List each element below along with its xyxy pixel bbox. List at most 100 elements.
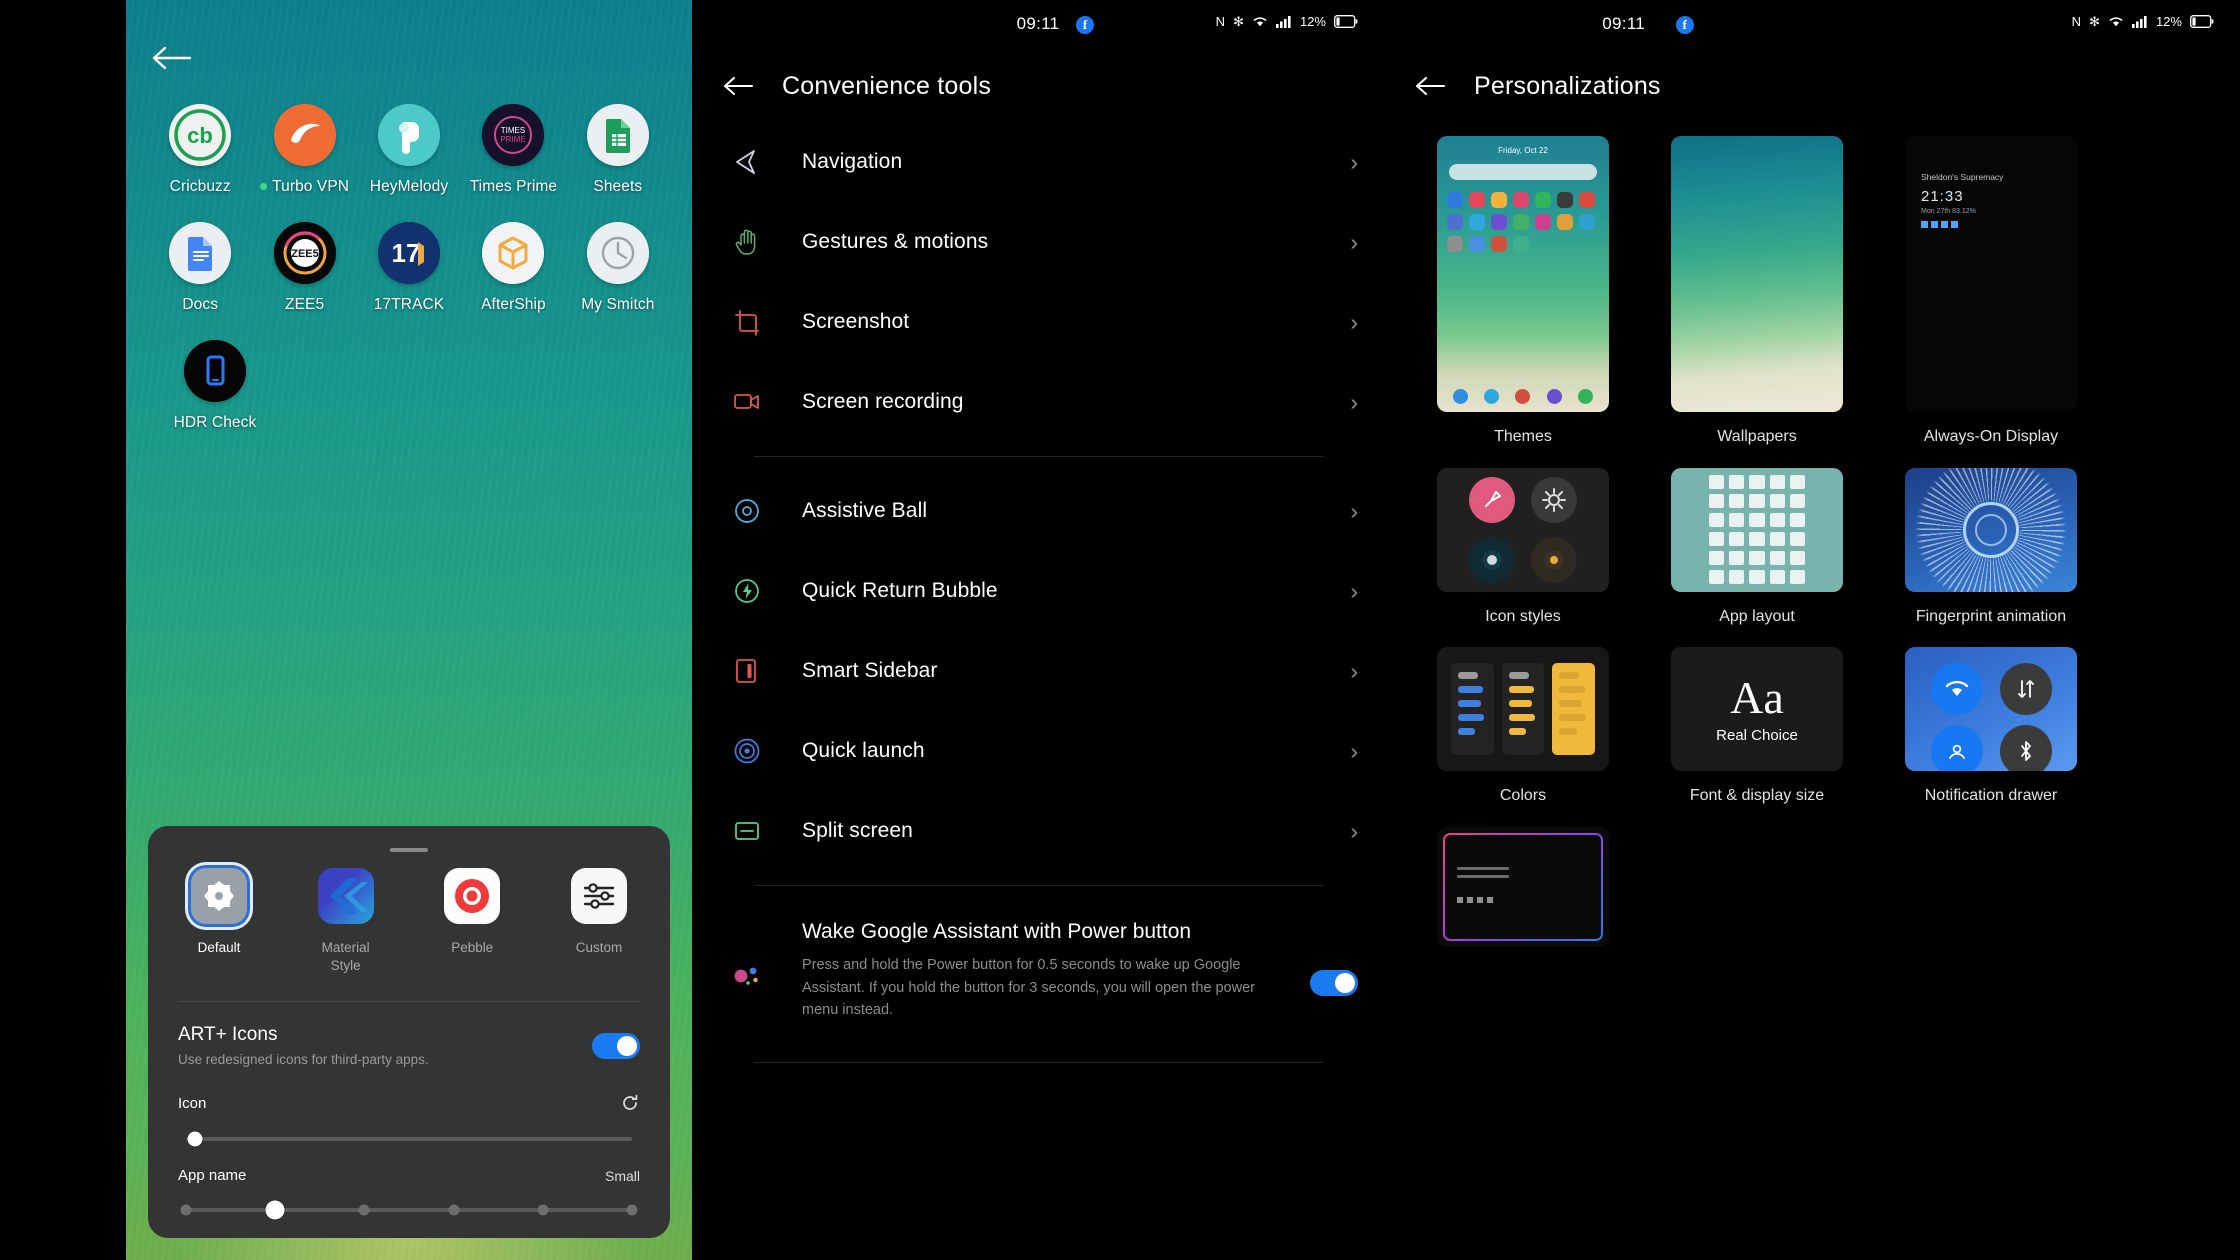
- list-item-quick-return-bubble[interactable]: Quick Return Bubble ›: [718, 551, 1358, 631]
- list-item-screenshot[interactable]: Screenshot ›: [718, 282, 1358, 362]
- list-item-label: Split screen: [802, 819, 913, 842]
- personalization-item-wallpapers[interactable]: Wallpapers: [1640, 136, 1874, 448]
- app-heymelody[interactable]: HeyMelody: [357, 104, 461, 196]
- personalization-item-font-display[interactable]: Aa Real Choice Font & display size: [1640, 647, 1874, 807]
- chevron-right-icon: ›: [1350, 817, 1358, 844]
- list-item-assistive-ball[interactable]: Assistive Ball ›: [718, 471, 1358, 551]
- wake-assistant-row[interactable]: Wake Google Assistant with Power button …: [718, 900, 1358, 1022]
- back-arrow-icon[interactable]: [150, 38, 202, 78]
- list-item-quick-launch[interactable]: Quick launch ›: [718, 711, 1358, 791]
- icon-style-bottom-sheet: Default Material Style Pebble Custom ART…: [148, 825, 670, 1238]
- status-time: 09:11: [1016, 14, 1060, 33]
- item-label: Wallpapers: [1717, 428, 1797, 445]
- style-option-pebble[interactable]: Pebble: [433, 867, 511, 975]
- style-label: Custom: [575, 939, 623, 955]
- personalization-item-fingerprint[interactable]: Fingerprint animation: [1874, 467, 2108, 628]
- app-name-slider[interactable]: [180, 1200, 638, 1220]
- art-icons-toggle[interactable]: [592, 1032, 640, 1059]
- smart-sidebar-icon: [732, 654, 778, 688]
- style-option-default[interactable]: Default: [180, 867, 258, 975]
- sheet-grabber[interactable]: [390, 847, 428, 852]
- list-item-split-screen[interactable]: Split screen ›: [718, 791, 1358, 871]
- app-layout-preview: [1671, 467, 1843, 592]
- app-docs[interactable]: Docs: [148, 222, 252, 314]
- bluetooth-icon: ✻: [2089, 14, 2100, 29]
- mysmitch-icon: [586, 222, 649, 284]
- notification-drawer-thumb: [1905, 647, 2077, 772]
- art-icons-row: ART+ Icons Use redesigned icons for thir…: [176, 1002, 642, 1067]
- app-label: Turbo VPN: [260, 178, 349, 196]
- chevron-right-icon: ›: [1350, 577, 1358, 604]
- style-option-material[interactable]: Material Style: [307, 867, 385, 975]
- material-style-icon: [317, 867, 374, 924]
- style-label: Material Style: [321, 939, 370, 973]
- google-assistant-icon: [732, 918, 778, 993]
- reset-icon[interactable]: [620, 1093, 640, 1113]
- back-arrow-icon[interactable]: [1414, 71, 1454, 101]
- app-cricbuzz[interactable]: cb Cricbuzz: [148, 104, 252, 196]
- app-label: Times Prime: [469, 178, 558, 195]
- personalization-item-aod[interactable]: Sheldon's Supremacy 21:33 Mon 27th 83.12…: [1874, 136, 2108, 448]
- aod-preview: Sheldon's Supremacy 21:33 Mon 27th 83.12…: [1905, 136, 2077, 412]
- style-option-custom[interactable]: Custom: [560, 867, 638, 975]
- back-arrow-icon[interactable]: [722, 71, 762, 101]
- screenshot-root: cb Cricbuzz Turbo VPN HeyMelody TIMES PR…: [0, 0, 2240, 1260]
- hdrcheck-icon: [184, 340, 246, 402]
- battery-icon: [1334, 15, 1358, 28]
- app-turbo-vpn[interactable]: Turbo VPN: [252, 104, 356, 196]
- list-item-navigation[interactable]: Navigation ›: [718, 122, 1358, 202]
- preview-lines: [1457, 866, 1509, 878]
- assistive-ball-icon: [732, 494, 778, 528]
- chevron-right-icon: ›: [1350, 228, 1358, 255]
- running-dot-icon: [260, 183, 268, 191]
- item-label: Themes: [1494, 428, 1552, 445]
- timesprime-icon: TIMES PRIME: [482, 104, 545, 166]
- app-label: My Smitch: [581, 296, 655, 313]
- notification-drawer-preview: [1905, 647, 2077, 772]
- bluetooth-icon: ✻: [1233, 14, 1244, 29]
- chevron-right-icon: ›: [1350, 308, 1358, 335]
- nfc-icon: N: [1215, 14, 1226, 29]
- list-item-screen-recording[interactable]: Screen recording ›: [718, 362, 1358, 442]
- personalization-item-notification-drawer[interactable]: Notification drawer: [1874, 647, 2108, 807]
- app-times-prime[interactable]: TIMES PRIME Times Prime: [461, 104, 565, 196]
- app-header: Personalizations: [1384, 50, 2240, 122]
- home-screen-panel: cb Cricbuzz Turbo VPN HeyMelody TIMES PR…: [126, 0, 692, 1260]
- svg-text:17: 17: [392, 238, 421, 268]
- list-divider: [754, 1061, 1324, 1063]
- icon-size-slider[interactable]: [186, 1131, 632, 1147]
- font-name: Real Choice: [1716, 726, 1798, 744]
- app-zee5[interactable]: ZEE5 ZEE5: [252, 222, 356, 314]
- edge-lighting-thumb: [1437, 826, 1609, 947]
- list-item-label: Quick Return Bubble: [802, 579, 998, 602]
- appname-slider-thumb[interactable]: [265, 1200, 285, 1220]
- personalization-item-themes[interactable]: Friday, Oct 22 Themes: [1406, 136, 1640, 448]
- icon-size-slider-block: Icon: [176, 1067, 642, 1147]
- themes-date: Friday, Oct 22: [1498, 146, 1548, 155]
- hand-gesture-icon: [732, 225, 778, 259]
- personalizations-panel: 09:11 f N ✻ 12% Personalizations Friday,…: [1384, 0, 2240, 1260]
- colors-thumb: [1437, 647, 1609, 772]
- svg-text:PRIME: PRIME: [501, 135, 526, 144]
- list-item-smart-sidebar[interactable]: Smart Sidebar ›: [718, 631, 1358, 711]
- themes-search-bar: [1449, 164, 1597, 180]
- list-item-gestures[interactable]: Gestures & motions ›: [718, 202, 1358, 282]
- personalization-item-colors[interactable]: Colors: [1406, 647, 1640, 807]
- app-label: ZEE5: [285, 296, 325, 313]
- personalization-item-app-layout[interactable]: App layout: [1640, 467, 1874, 628]
- personalization-item-icon-styles[interactable]: Icon styles: [1406, 467, 1640, 628]
- aod-clock: 21:33: [1921, 188, 1964, 205]
- app-aftership[interactable]: AfterShip: [461, 222, 565, 314]
- list-item-label: Navigation: [802, 150, 903, 173]
- app-grid: cb Cricbuzz Turbo VPN HeyMelody TIMES PR…: [126, 104, 692, 458]
- wake-assistant-toggle[interactable]: [1310, 970, 1358, 996]
- app-17track[interactable]: 17 17TRACK: [357, 222, 461, 314]
- item-label: Icon styles: [1485, 607, 1561, 625]
- icon-slider-thumb[interactable]: [187, 1131, 203, 1147]
- app-my-smitch[interactable]: My Smitch: [566, 222, 670, 314]
- navigation-icon: [732, 145, 778, 179]
- app-hdr-check[interactable]: HDR Check: [148, 340, 282, 432]
- app-sheets[interactable]: Sheets: [566, 104, 670, 196]
- chevron-right-icon: ›: [1350, 497, 1358, 524]
- personalization-item-edge-lighting[interactable]: [1406, 826, 1640, 961]
